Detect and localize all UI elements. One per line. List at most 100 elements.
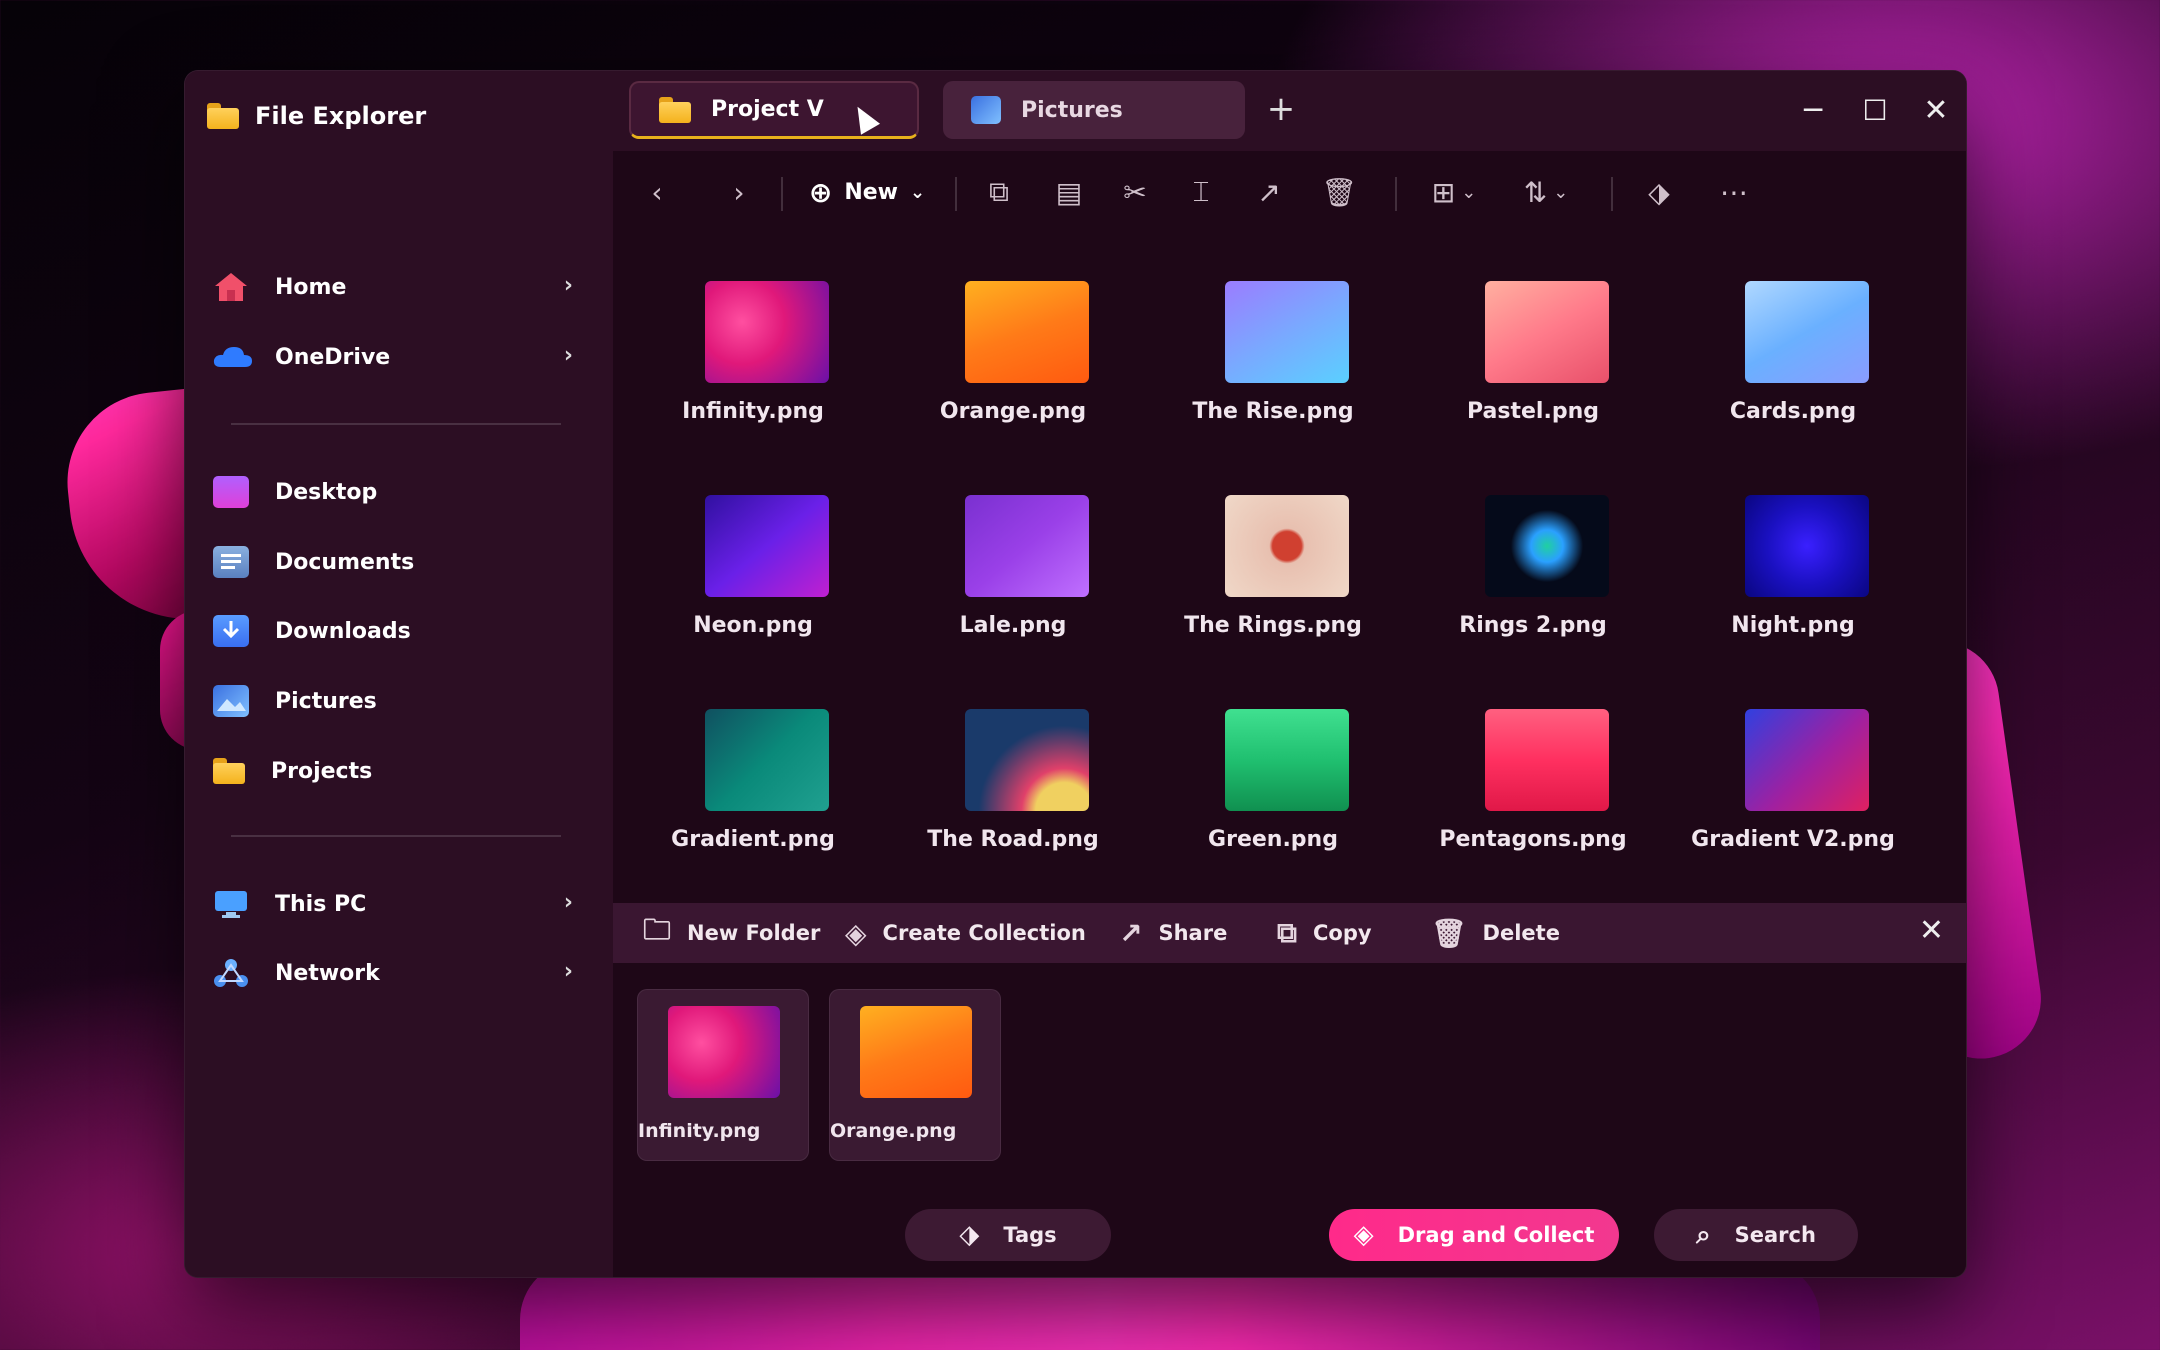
sidebar-item-projects[interactable]: Projects — [213, 741, 583, 801]
delete-icon[interactable]: 🗑 — [1319, 169, 1359, 215]
chevron-down-icon: ⌄ — [910, 181, 926, 203]
collection-icon: ◈ — [845, 916, 867, 950]
chevron-right-icon[interactable]: › — [564, 273, 573, 298]
toolbar: ‹ › ⊕ New ⌄ ⧉ ▤ ✂ ⌶ ↗ 🗑 ⊞ ⌄ ⇅ ⌄ ⬗ ⋯ — [613, 151, 1966, 235]
pill-label: Drag and Collect — [1397, 1223, 1595, 1247]
file-name: Gradient V2.png — [1691, 827, 1895, 852]
pictures-icon — [971, 96, 1001, 124]
drag-and-collect-button[interactable]: ◈ Drag and Collect — [1329, 1209, 1619, 1261]
file-item[interactable]: Orange.png — [893, 281, 1133, 461]
sidebar-item-network[interactable]: Network › — [213, 943, 583, 1003]
folder-icon — [213, 758, 245, 784]
copy-icon[interactable]: ⧉ — [979, 169, 1019, 215]
file-name: The Rings.png — [1184, 613, 1362, 638]
file-item[interactable]: Pastel.png — [1413, 281, 1653, 461]
search-button[interactable]: ⌕ Search — [1654, 1209, 1858, 1261]
file-item[interactable]: Gradient.png — [633, 709, 873, 889]
paste-icon[interactable]: ▤ — [1049, 169, 1089, 215]
file-item[interactable]: Cards.png — [1673, 281, 1913, 461]
maximize-button[interactable]: ☐ — [1850, 87, 1900, 133]
pill-label: Search — [1734, 1223, 1816, 1247]
delete-button[interactable]: 🗑 Delete — [1431, 903, 1560, 963]
close-window-button[interactable]: ✕ — [1911, 87, 1961, 133]
sidebar-item-label: Documents — [275, 549, 415, 575]
divider — [955, 177, 957, 211]
share-icon[interactable]: ↗ — [1249, 169, 1289, 215]
forward-icon[interactable]: › — [719, 169, 759, 215]
sidebar-item-onedrive[interactable]: OneDrive › — [213, 327, 583, 387]
new-folder-icon: 🗀 — [643, 913, 672, 946]
file-item[interactable]: The Road.png — [893, 709, 1133, 889]
sidebar-item-pictures[interactable]: Pictures — [213, 671, 583, 731]
file-item[interactable]: Green.png — [1153, 709, 1393, 889]
collection-action-bar: 🗀 New Folder ◈ Create Collection ↗ Share… — [613, 903, 1966, 963]
chevron-right-icon[interactable]: › — [564, 890, 573, 915]
collection-item[interactable]: Orange.png — [829, 989, 1001, 1161]
new-folder-button[interactable]: 🗀 New Folder — [643, 903, 820, 963]
chevron-right-icon[interactable]: › — [564, 959, 573, 984]
network-icon — [213, 957, 249, 989]
view-icon[interactable]: ⊞ ⌄ — [1419, 169, 1489, 215]
file-thumbnail — [1225, 281, 1349, 383]
collection-item[interactable]: Infinity.png — [637, 989, 809, 1161]
tag-icon: ⬗ — [959, 1220, 980, 1250]
new-label: New — [844, 179, 899, 205]
file-thumbnail — [1485, 281, 1609, 383]
file-name: Cards.png — [1729, 399, 1857, 424]
tab-label: Pictures — [1021, 97, 1123, 123]
file-item[interactable]: Lale.png — [893, 495, 1133, 675]
file-item[interactable]: Neon.png — [633, 495, 873, 675]
create-collection-button[interactable]: ◈ Create Collection — [845, 903, 1086, 963]
divider — [1611, 177, 1613, 211]
delete-icon: 🗑 — [1431, 916, 1467, 950]
file-thumbnail — [965, 495, 1089, 597]
file-item[interactable]: Infinity.png — [633, 281, 873, 461]
sidebar-item-label: Projects — [271, 758, 373, 784]
divider — [1395, 177, 1397, 211]
copy-button[interactable]: ⧉ Copy — [1277, 903, 1372, 963]
file-thumbnail — [965, 709, 1089, 811]
file-name: Gradient.png — [671, 827, 835, 852]
file-item[interactable]: Rings 2.png — [1413, 495, 1653, 675]
file-item[interactable]: The Rise.png — [1153, 281, 1393, 461]
sidebar-item-documents[interactable]: Documents — [213, 532, 583, 592]
tag-icon[interactable]: ⬗ — [1639, 169, 1679, 215]
sidebar-item-home[interactable]: Home › — [213, 257, 583, 317]
tags-button[interactable]: ⬗ Tags — [905, 1209, 1111, 1261]
sidebar-item-desktop[interactable]: Desktop — [213, 462, 583, 522]
file-item[interactable]: Gradient V2.png — [1673, 709, 1913, 889]
file-thumbnail — [1745, 281, 1869, 383]
sidebar-item-label: This PC — [275, 891, 367, 917]
cut-icon[interactable]: ✂ — [1115, 169, 1155, 215]
more-icon[interactable]: ⋯ — [1709, 169, 1759, 215]
file-name: Rings 2.png — [1459, 613, 1607, 638]
minimize-button[interactable]: ─ — [1788, 87, 1838, 133]
pc-icon — [213, 888, 249, 920]
file-item[interactable]: Night.png — [1673, 495, 1913, 675]
sort-icon[interactable]: ⇅ ⌄ — [1511, 169, 1581, 215]
sidebar-item-label: Pictures — [275, 688, 377, 714]
file-thumbnail — [1745, 709, 1869, 811]
documents-icon — [213, 546, 249, 578]
file-item[interactable]: The Rings.png — [1153, 495, 1393, 675]
chevron-right-icon[interactable]: › — [564, 343, 573, 368]
file-name: Green.png — [1208, 827, 1338, 852]
back-icon[interactable]: ‹ — [637, 169, 677, 215]
pictures-icon — [213, 685, 249, 717]
tab-pictures[interactable]: Pictures — [943, 81, 1245, 139]
sidebar-item-this-pc[interactable]: This PC › — [213, 874, 583, 934]
divider — [781, 177, 783, 211]
copy-icon: ⧉ — [1277, 916, 1297, 949]
new-button[interactable]: ⊕ New ⌄ — [797, 169, 937, 215]
home-icon — [213, 271, 249, 303]
rename-icon[interactable]: ⌶ — [1181, 169, 1221, 215]
new-tab-button[interactable]: + — [1261, 89, 1301, 129]
file-item[interactable]: Pentagons.png — [1413, 709, 1653, 889]
new-icon: ⊕ — [808, 175, 833, 209]
tab-project-v[interactable]: Project V — [629, 81, 919, 139]
file-name: Infinity.png — [638, 1120, 761, 1142]
share-button[interactable]: ↗ Share — [1119, 903, 1227, 963]
close-icon[interactable]: ✕ — [1919, 913, 1944, 948]
collection-icon: ◈ — [1353, 1220, 1374, 1250]
sidebar-item-downloads[interactable]: Downloads — [213, 601, 583, 661]
